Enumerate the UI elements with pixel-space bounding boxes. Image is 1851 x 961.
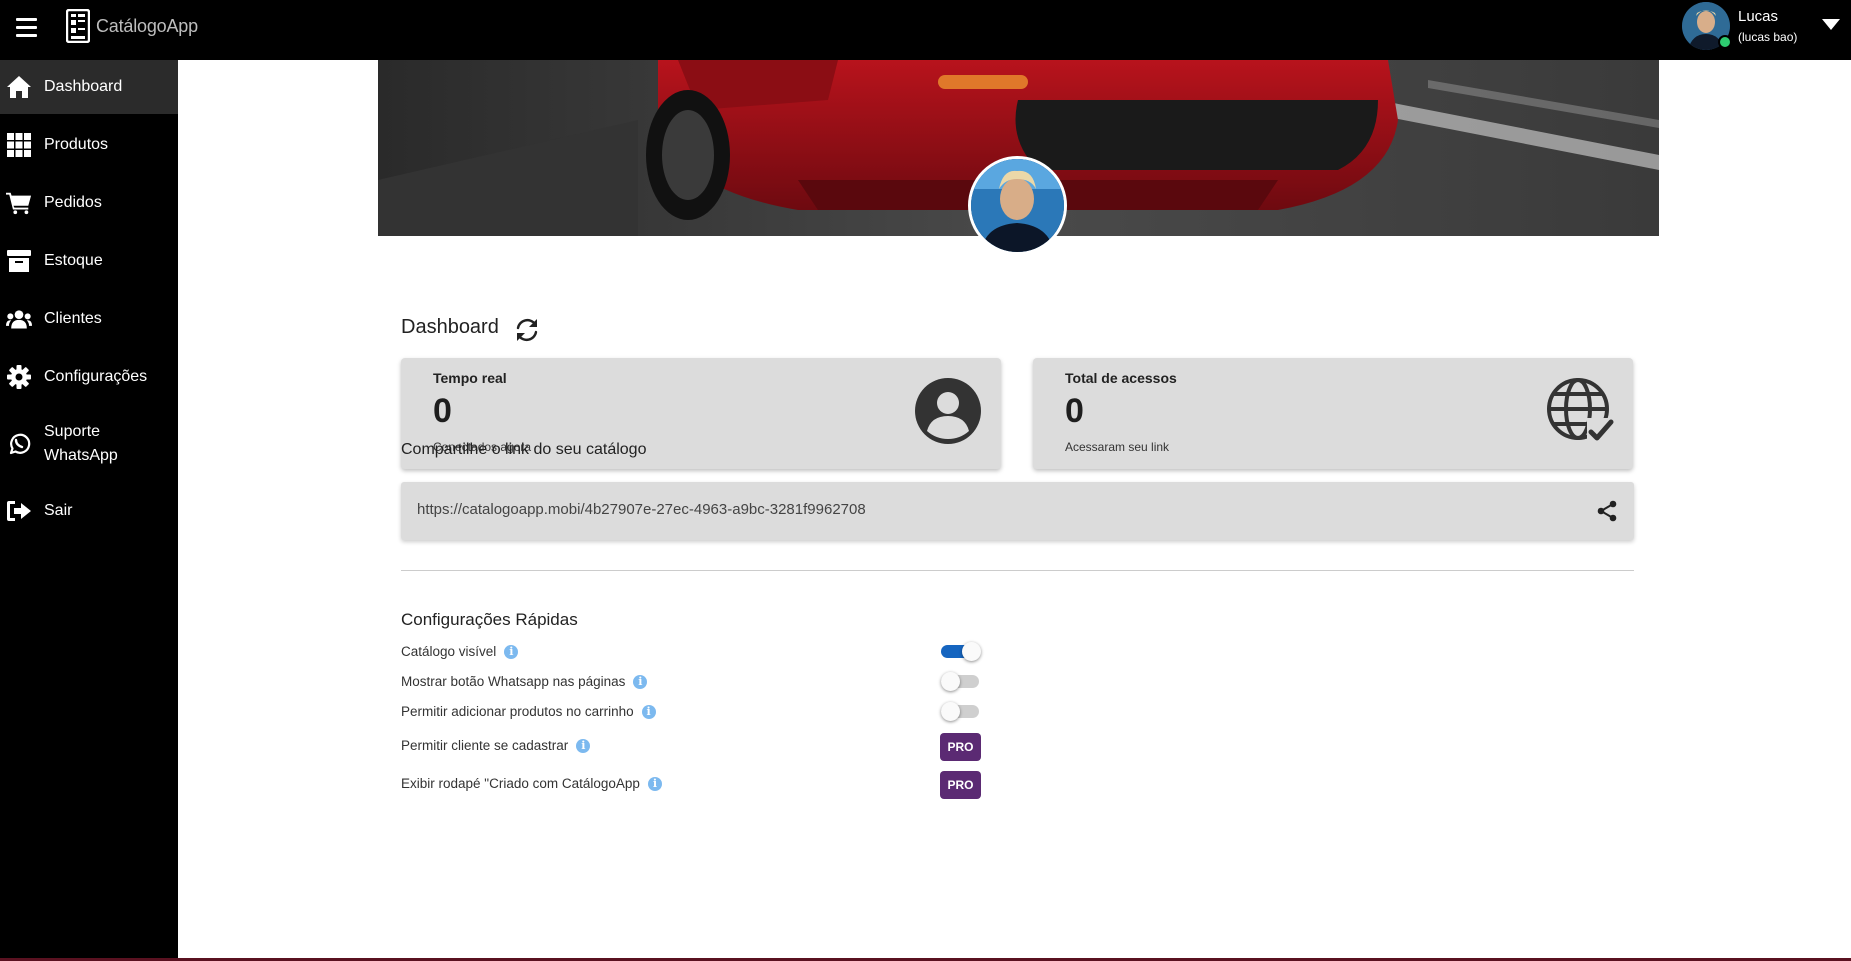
sidebar-item-label-line2: WhatsApp bbox=[44, 447, 118, 464]
user-handle: (lucas bao) bbox=[1738, 30, 1798, 44]
divider bbox=[401, 570, 1634, 571]
quick-setting-footer-credit: Exibir rodapé "Criado com CatálogoApp i bbox=[401, 776, 662, 791]
card-value: 0 bbox=[433, 392, 452, 430]
chevron-down-icon[interactable] bbox=[1822, 19, 1840, 30]
quick-setting-catalog-visible: Catálogo visível i bbox=[401, 644, 519, 659]
sign-out-icon bbox=[6, 498, 32, 524]
card-subtitle: Acessaram seu link bbox=[1065, 440, 1170, 454]
toggle-knob bbox=[941, 672, 960, 691]
setting-label: Exibir rodapé "Criado com CatálogoApp bbox=[401, 776, 640, 791]
main-content: Dashboard Tempo real 0 Conectados agora … bbox=[178, 60, 1851, 961]
quick-setting-add-to-cart: Permitir adicionar produtos no carrinho … bbox=[401, 704, 656, 719]
sidebar-item-produtos[interactable]: Produtos bbox=[0, 118, 178, 172]
sidebar-item-label: Clientes bbox=[44, 310, 102, 327]
info-icon[interactable]: i bbox=[641, 704, 656, 719]
profile-avatar[interactable] bbox=[968, 156, 1067, 255]
grid-icon bbox=[6, 132, 32, 158]
sidebar-item-pedidos[interactable]: Pedidos bbox=[0, 176, 178, 230]
page-title: Dashboard bbox=[401, 316, 499, 338]
setting-label: Mostrar botão Whatsapp nas páginas bbox=[401, 674, 626, 689]
sidebar: Dashboard Produtos Pedidos Estoque Clien… bbox=[0, 60, 178, 961]
setting-label: Permitir adicionar produtos no carrinho bbox=[401, 704, 634, 719]
profile-photo bbox=[971, 159, 1064, 252]
whatsapp-icon bbox=[6, 431, 32, 457]
top-bar: CatálogoApp Lucas (lucas bao) bbox=[0, 0, 1851, 60]
sidebar-item-suporte-whatsapp[interactable]: Suporte WhatsApp bbox=[0, 408, 178, 480]
refresh-icon[interactable] bbox=[514, 317, 540, 343]
sidebar-item-label-line1: Suporte bbox=[44, 423, 101, 440]
gear-icon bbox=[6, 364, 32, 390]
sidebar-item-label: Produtos bbox=[44, 136, 109, 153]
share-icon[interactable] bbox=[1596, 500, 1618, 522]
app-name: CatálogoApp bbox=[96, 15, 198, 36]
card-title: Total de acessos bbox=[1065, 370, 1177, 386]
cart-icon bbox=[6, 190, 32, 216]
catalog-url[interactable]: https://catalogoapp.mobi/4b27907e-27ec-4… bbox=[417, 501, 866, 518]
quick-setting-whatsapp-button: Mostrar botão Whatsapp nas páginas i bbox=[401, 674, 648, 689]
users-icon bbox=[6, 306, 32, 332]
catalog-visible-toggle[interactable] bbox=[941, 642, 981, 661]
sidebar-item-label: Configurações bbox=[44, 368, 148, 385]
info-icon[interactable]: i bbox=[576, 738, 591, 753]
sidebar-item-label: Pedidos bbox=[44, 194, 102, 211]
hamburger-menu-icon[interactable] bbox=[10, 14, 42, 46]
catalog-link-field[interactable]: https://catalogoapp.mobi/4b27907e-27ec-4… bbox=[401, 482, 1634, 540]
sidebar-item-label: Estoque bbox=[44, 252, 103, 269]
card-title: Tempo real bbox=[433, 370, 507, 386]
sidebar-item-label: Suporte WhatsApp bbox=[44, 420, 118, 468]
sidebar-item-label: Sair bbox=[44, 502, 73, 519]
sidebar-item-configuracoes[interactable]: Configurações bbox=[0, 350, 178, 404]
card-value: 0 bbox=[1065, 392, 1084, 430]
home-icon bbox=[6, 74, 32, 100]
setting-label: Permitir cliente se cadastrar bbox=[401, 738, 569, 753]
user-menu[interactable]: Lucas (lucas bao) bbox=[1680, 0, 1851, 60]
quick-setting-customer-signup: Permitir cliente se cadastrar i bbox=[401, 738, 591, 753]
sidebar-item-estoque[interactable]: Estoque bbox=[0, 234, 178, 288]
sidebar-item-dashboard[interactable]: Dashboard bbox=[0, 60, 178, 114]
add-to-cart-toggle[interactable] bbox=[941, 702, 981, 721]
app-logo[interactable]: CatálogoApp bbox=[66, 9, 198, 43]
sidebar-item-label: Dashboard bbox=[44, 78, 123, 95]
toggle-knob bbox=[941, 702, 960, 721]
toggle-knob bbox=[962, 642, 981, 661]
share-link-label: Compartilhe o link do seu catálogo bbox=[401, 441, 647, 458]
archive-icon bbox=[6, 248, 32, 274]
setting-label: Catálogo visível bbox=[401, 644, 497, 659]
total-access-card: Total de acessos 0 Acessaram seu link bbox=[1033, 358, 1633, 469]
info-icon[interactable]: i bbox=[504, 644, 519, 659]
catalog-logo-icon bbox=[66, 9, 90, 43]
info-icon[interactable]: i bbox=[647, 776, 662, 791]
user-circle-icon bbox=[915, 378, 981, 444]
pro-badge[interactable]: PRO bbox=[940, 733, 981, 761]
globe-check-icon bbox=[1547, 378, 1615, 446]
pro-badge[interactable]: PRO bbox=[940, 771, 981, 799]
info-icon[interactable]: i bbox=[633, 674, 648, 689]
sidebar-item-sair[interactable]: Sair bbox=[0, 484, 178, 538]
quick-settings-title: Configurações Rápidas bbox=[401, 610, 578, 629]
user-name: Lucas bbox=[1738, 8, 1779, 25]
whatsapp-button-toggle[interactable] bbox=[941, 672, 981, 691]
online-status-dot bbox=[1718, 35, 1732, 49]
sidebar-item-clientes[interactable]: Clientes bbox=[0, 292, 178, 346]
